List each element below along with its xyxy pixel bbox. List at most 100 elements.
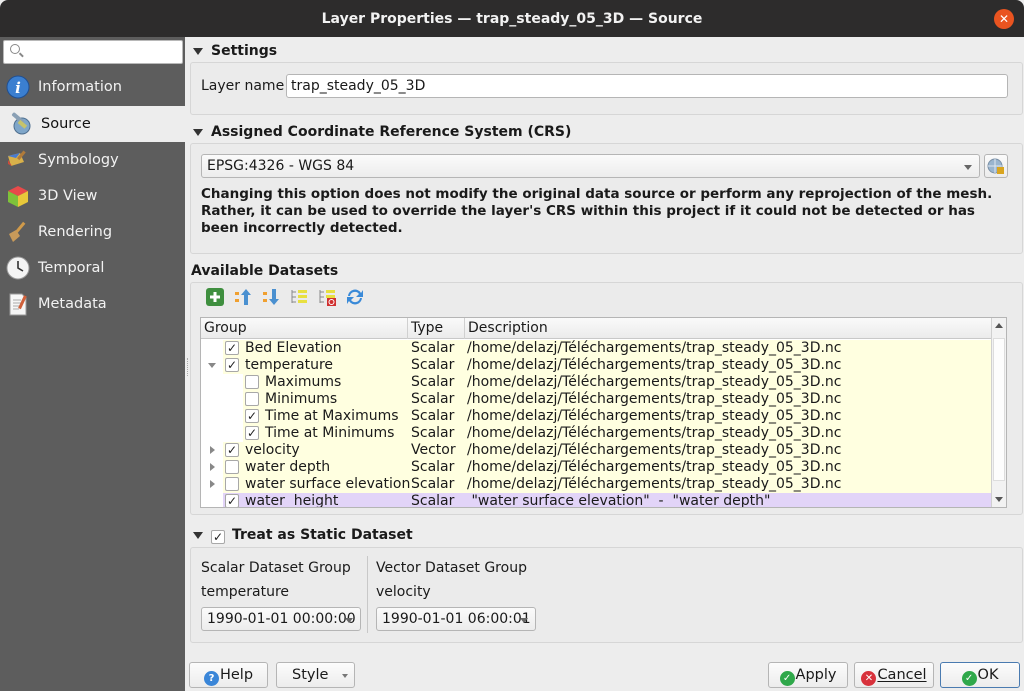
svg-text:i: i: [15, 79, 21, 97]
type-cell: Scalar: [411, 391, 455, 407]
sidebar-item-metadata[interactable]: Metadata: [0, 286, 185, 322]
layer-name-label: Layer name: [201, 78, 285, 94]
crs-note: Changing this option does not modify the…: [201, 186, 993, 236]
help-button[interactable]: ? Help: [189, 662, 268, 688]
info-icon: i: [6, 75, 30, 99]
scalar-time-selector[interactable]: 1990-01-01 00:00:00: [201, 607, 361, 631]
collapse-icon: [193, 128, 203, 136]
collapsed-arrow-icon[interactable]: [210, 446, 215, 454]
datasets-toolbar: [205, 287, 375, 307]
crs-section-header[interactable]: Assigned Coordinate Reference System (CR…: [193, 124, 571, 140]
table-row[interactable]: ✓ Time at Maximums Scalar/home/delazj/Télé…: [201, 408, 991, 425]
type-cell: Scalar: [411, 357, 455, 373]
crs-select-button[interactable]: [984, 154, 1008, 178]
group-cell: water surface elevation: [245, 476, 411, 492]
sidebar: i Information Source Symbology 3D View R…: [0, 37, 185, 691]
row-checkbox[interactable]: [225, 477, 239, 491]
scalar-time-value: 1990-01-01 00:00:00: [207, 611, 356, 627]
scroll-up-icon[interactable]: [995, 323, 1003, 328]
ok-button[interactable]: ✓ OK: [940, 662, 1020, 688]
cancel-button[interactable]: ✕ Cancel: [854, 662, 934, 688]
type-cell: Scalar: [411, 476, 455, 492]
window-title: Layer Properties — trap_steady_05_3D — S…: [321, 11, 703, 27]
settings-section-header[interactable]: Settings: [193, 43, 277, 59]
style-button[interactable]: Style: [276, 662, 355, 688]
cancel-icon: ✕: [861, 671, 877, 686]
table-row[interactable]: ✓ Time at Minimums Scalar/home/delazj/Télé…: [201, 425, 991, 442]
chevron-down-icon: [520, 618, 528, 623]
type-cell: Scalar: [411, 425, 455, 441]
expand-all-icon[interactable]: [261, 287, 281, 307]
scroll-thumb[interactable]: [993, 338, 1005, 481]
column-header-type[interactable]: Type: [407, 318, 464, 339]
static-dataset-header[interactable]: ✓ Treat as Static Dataset: [193, 527, 413, 544]
type-cell: Scalar: [411, 340, 455, 356]
table-row[interactable]: ✓ temperature Scalar/home/delazj/Télécharg…: [201, 357, 991, 374]
row-checkbox[interactable]: ✓: [225, 494, 239, 507]
row-checkbox[interactable]: ✓: [225, 358, 239, 372]
collapse-icon: [193, 47, 203, 55]
scalar-dataset-group-label: Scalar Dataset Group: [201, 560, 351, 576]
sidebar-item-label: Information: [38, 79, 122, 95]
table-row[interactable]: water depth Scalar/home/delazj/Télécharge…: [201, 459, 991, 476]
collapsed-arrow-icon[interactable]: [210, 463, 215, 471]
section-title: Settings: [211, 43, 278, 59]
scroll-down-icon[interactable]: [995, 497, 1003, 502]
crs-selector[interactable]: EPSG:4326 - WGS 84: [201, 154, 980, 178]
button-label: OK: [977, 667, 999, 683]
vector-group-name: velocity: [376, 584, 431, 600]
table-row[interactable]: ✓ Bed Elevation Scalar/home/delazj/Télécha…: [201, 340, 991, 357]
close-icon[interactable]: ✕: [994, 9, 1014, 29]
table-row[interactable]: Maximums Scalar/home/delazj/Téléchargemen…: [201, 374, 991, 391]
description-cell: /home/delazj/Téléchargements/trap_steady…: [467, 357, 842, 373]
type-cell: Scalar: [411, 408, 455, 424]
row-checkbox[interactable]: [245, 375, 259, 389]
main-panel: Settings Layer name trap_steady_05_3D As…: [185, 37, 1024, 691]
type-cell: Vector: [411, 442, 456, 458]
description-cell: /home/delazj/Téléchargements/trap_steady…: [467, 408, 842, 424]
table-row[interactable]: ✓ water height Scalar "water surface eleva…: [201, 493, 991, 508]
column-header-group[interactable]: Group: [201, 318, 407, 339]
sidebar-item-label: Symbology: [38, 152, 119, 168]
table-row[interactable]: ✓ velocity Vector/home/delazj/Téléchargeme…: [201, 442, 991, 459]
row-checkbox[interactable]: ✓: [245, 409, 259, 423]
row-checkbox[interactable]: ✓: [225, 443, 239, 457]
vertical-scrollbar[interactable]: [991, 318, 1006, 507]
collapse-icon: [193, 531, 203, 539]
group-cell: Bed Elevation: [245, 340, 342, 356]
apply-button[interactable]: ✓ Apply: [768, 662, 848, 688]
static-dataset-checkbox[interactable]: ✓: [211, 530, 225, 544]
refresh-icon[interactable]: [345, 287, 365, 307]
sidebar-item-rendering[interactable]: Rendering: [0, 214, 185, 250]
sidebar-item-3d-view[interactable]: 3D View: [0, 178, 185, 214]
table-row[interactable]: water surface elevation Scalar/home/delaz…: [201, 476, 991, 493]
sidebar-item-symbology[interactable]: Symbology: [0, 142, 185, 178]
row-checkbox[interactable]: ✓: [245, 426, 259, 440]
sidebar-item-temporal[interactable]: Temporal: [0, 250, 185, 286]
row-checkbox[interactable]: ✓: [225, 341, 239, 355]
expanded-arrow-icon[interactable]: [208, 363, 216, 368]
uncheck-all-icon[interactable]: [317, 287, 337, 307]
add-dataset-icon[interactable]: [205, 287, 225, 307]
collapse-all-icon[interactable]: [233, 287, 253, 307]
sidebar-item-source[interactable]: Source: [0, 106, 185, 142]
sidebar-item-information[interactable]: i Information: [0, 69, 185, 105]
row-checkbox[interactable]: [245, 392, 259, 406]
button-label: Style: [292, 667, 329, 683]
row-checkbox[interactable]: [225, 460, 239, 474]
globe-icon: [987, 158, 1004, 174]
layer-name-input[interactable]: trap_steady_05_3D: [286, 74, 1008, 98]
table-row[interactable]: Minimums Scalar/home/delazj/Téléchargemen…: [201, 391, 991, 408]
chevron-down-icon: [342, 674, 348, 678]
check-all-icon[interactable]: [289, 287, 309, 307]
button-label: Cancel: [877, 667, 927, 683]
description-cell: "water surface elevation" - "water depth…: [467, 493, 771, 508]
datasets-tree[interactable]: Group Type Description ✓ Bed Elevation Sca…: [200, 317, 1007, 508]
sidebar-search-input[interactable]: [3, 40, 183, 64]
column-header-description[interactable]: Description: [464, 318, 991, 339]
vector-time-selector[interactable]: 1990-01-01 06:00:01: [376, 607, 536, 631]
source-wrench-icon: [11, 112, 31, 135]
collapsed-arrow-icon[interactable]: [210, 480, 215, 488]
button-label: Apply: [795, 667, 837, 683]
description-cell: /home/delazj/Téléchargements/trap_steady…: [467, 340, 842, 356]
